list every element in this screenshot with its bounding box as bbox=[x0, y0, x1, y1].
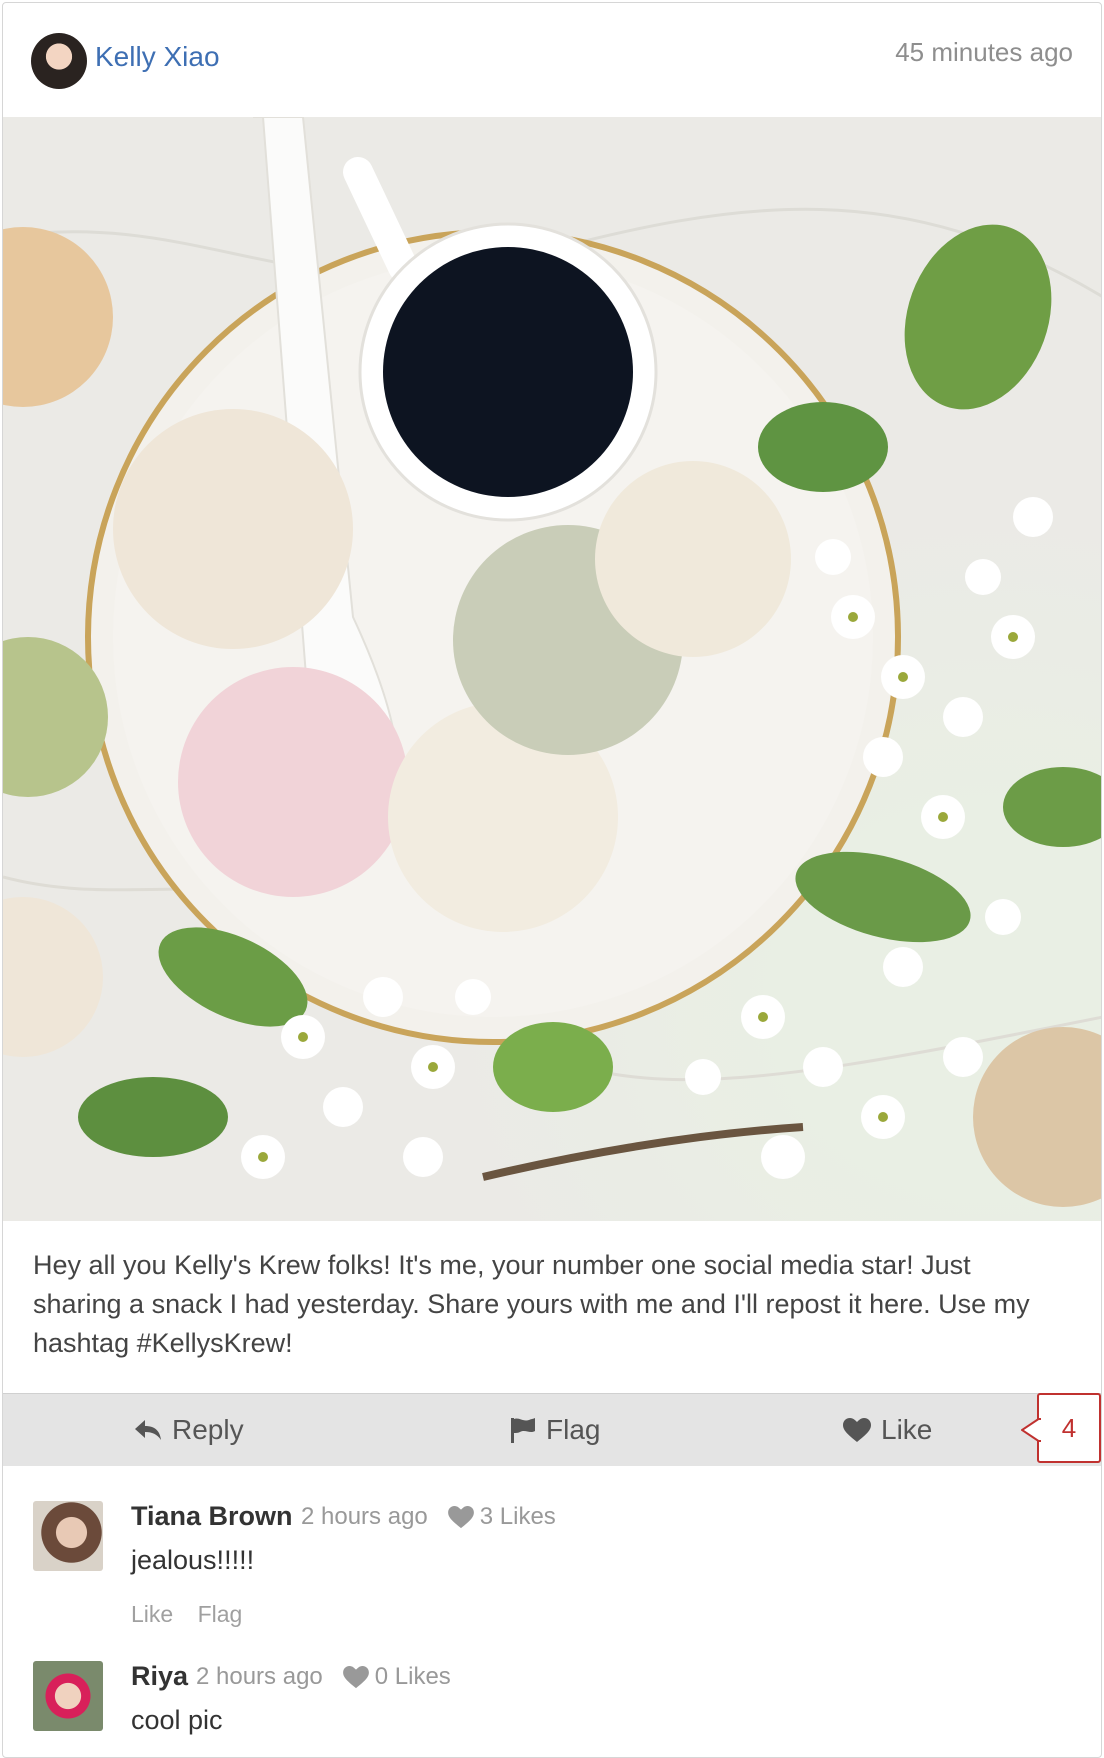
like-count-value: 4 bbox=[1061, 1412, 1077, 1443]
commenter-avatar[interactable] bbox=[33, 1661, 103, 1731]
comment-timestamp: 2 hours ago bbox=[196, 1663, 323, 1690]
like-label: Like bbox=[881, 1414, 933, 1445]
like-count-badge[interactable]: 4 bbox=[1020, 1393, 1101, 1463]
post-photo[interactable] bbox=[3, 117, 1101, 1221]
comment-meta: 2 hours ago 0 Likes bbox=[196, 1663, 451, 1691]
reply-button[interactable]: Reply bbox=[134, 1394, 244, 1466]
post-header: Kelly Xiao 45 minutes ago bbox=[3, 3, 1101, 117]
commenter-name[interactable]: Tiana Brown bbox=[131, 1501, 293, 1532]
comment-like-count: 3 Likes bbox=[479, 1503, 556, 1530]
comment-item: Tiana Brown 2 hours ago 3 Likes jealous!… bbox=[3, 1493, 1101, 1643]
like-button[interactable]: Like bbox=[843, 1394, 932, 1466]
flag-button[interactable]: Flag bbox=[510, 1394, 600, 1466]
comment-item: Riya 2 hours ago 0 Likes cool pic bbox=[3, 1653, 1101, 1753]
post-card: Kelly Xiao 45 minutes ago Hey all you Ke… bbox=[2, 2, 1102, 1758]
macarons-coffee-photo bbox=[3, 117, 1101, 1207]
post-timestamp: 45 minutes ago bbox=[895, 37, 1073, 67]
post-caption: Hey all you Kelly's Krew folks! It's me,… bbox=[33, 1250, 1030, 1358]
comment-like-link[interactable]: Like bbox=[131, 1601, 173, 1627]
reply-icon bbox=[134, 1418, 162, 1442]
heart-icon bbox=[342, 1665, 369, 1689]
author-avatar[interactable] bbox=[31, 33, 87, 89]
comment-meta: 2 hours ago 3 Likes bbox=[301, 1503, 556, 1531]
author-name-link[interactable]: Kelly Xiao bbox=[95, 41, 220, 73]
comment-text: jealous!!!!! bbox=[131, 1545, 255, 1575]
commenter-name[interactable]: Riya bbox=[131, 1661, 188, 1692]
comment-text: cool pic bbox=[131, 1705, 223, 1735]
flag-icon bbox=[510, 1417, 536, 1443]
heart-icon bbox=[447, 1505, 474, 1529]
post-action-bar: Reply Flag Like bbox=[3, 1393, 1101, 1466]
badge-pointer-icon bbox=[1020, 1416, 1042, 1449]
heart-icon bbox=[843, 1417, 871, 1443]
reply-label: Reply bbox=[172, 1414, 244, 1445]
flag-label: Flag bbox=[546, 1414, 601, 1445]
comment-actions: Like Flag bbox=[131, 1601, 260, 1628]
comment-flag-link[interactable]: Flag bbox=[198, 1601, 243, 1627]
comment-timestamp: 2 hours ago bbox=[301, 1503, 428, 1530]
comment-like-count: 0 Likes bbox=[374, 1663, 451, 1690]
commenter-avatar[interactable] bbox=[33, 1501, 103, 1571]
